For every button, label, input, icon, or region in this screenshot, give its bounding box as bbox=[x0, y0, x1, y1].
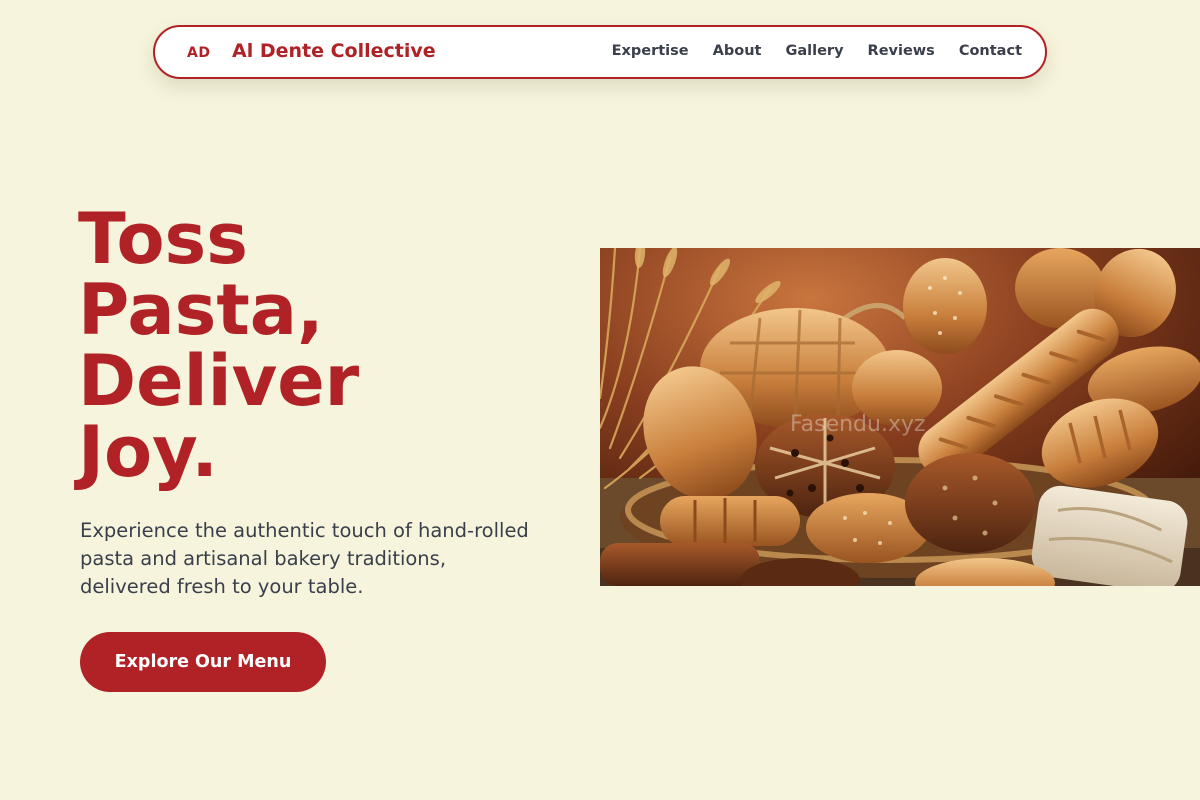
hero-title-line: Pasta, bbox=[78, 269, 324, 351]
nav-link-contact[interactable]: Contact bbox=[959, 43, 1022, 59]
image-watermark: Fasendu.xyz bbox=[790, 412, 926, 437]
hero-title: Toss Pasta, Deliver Joy. bbox=[78, 204, 359, 488]
hero-description: Experience the authentic touch of hand-r… bbox=[80, 519, 529, 598]
nav-link-expertise[interactable]: Expertise bbox=[612, 43, 689, 59]
nav-link-gallery[interactable]: Gallery bbox=[785, 43, 843, 59]
hero-title-line: Toss bbox=[78, 198, 248, 280]
nav-link-about[interactable]: About bbox=[713, 43, 762, 59]
hero-title-line: Deliver bbox=[78, 340, 360, 422]
brand-name[interactable]: Al Dente Collective bbox=[232, 40, 436, 62]
hero-title-line: Joy. bbox=[78, 411, 218, 493]
nav-link-reviews[interactable]: Reviews bbox=[868, 43, 935, 59]
logo-mark[interactable]: AD bbox=[187, 45, 210, 61]
nav-links: Expertise About Gallery Reviews Contact bbox=[612, 43, 1022, 59]
explore-menu-button[interactable]: Explore Our Menu bbox=[80, 632, 326, 692]
bread-basket-image: Fasendu.xyz bbox=[600, 248, 1200, 586]
top-navbar: AD Al Dente Collective Expertise About G… bbox=[153, 25, 1047, 79]
